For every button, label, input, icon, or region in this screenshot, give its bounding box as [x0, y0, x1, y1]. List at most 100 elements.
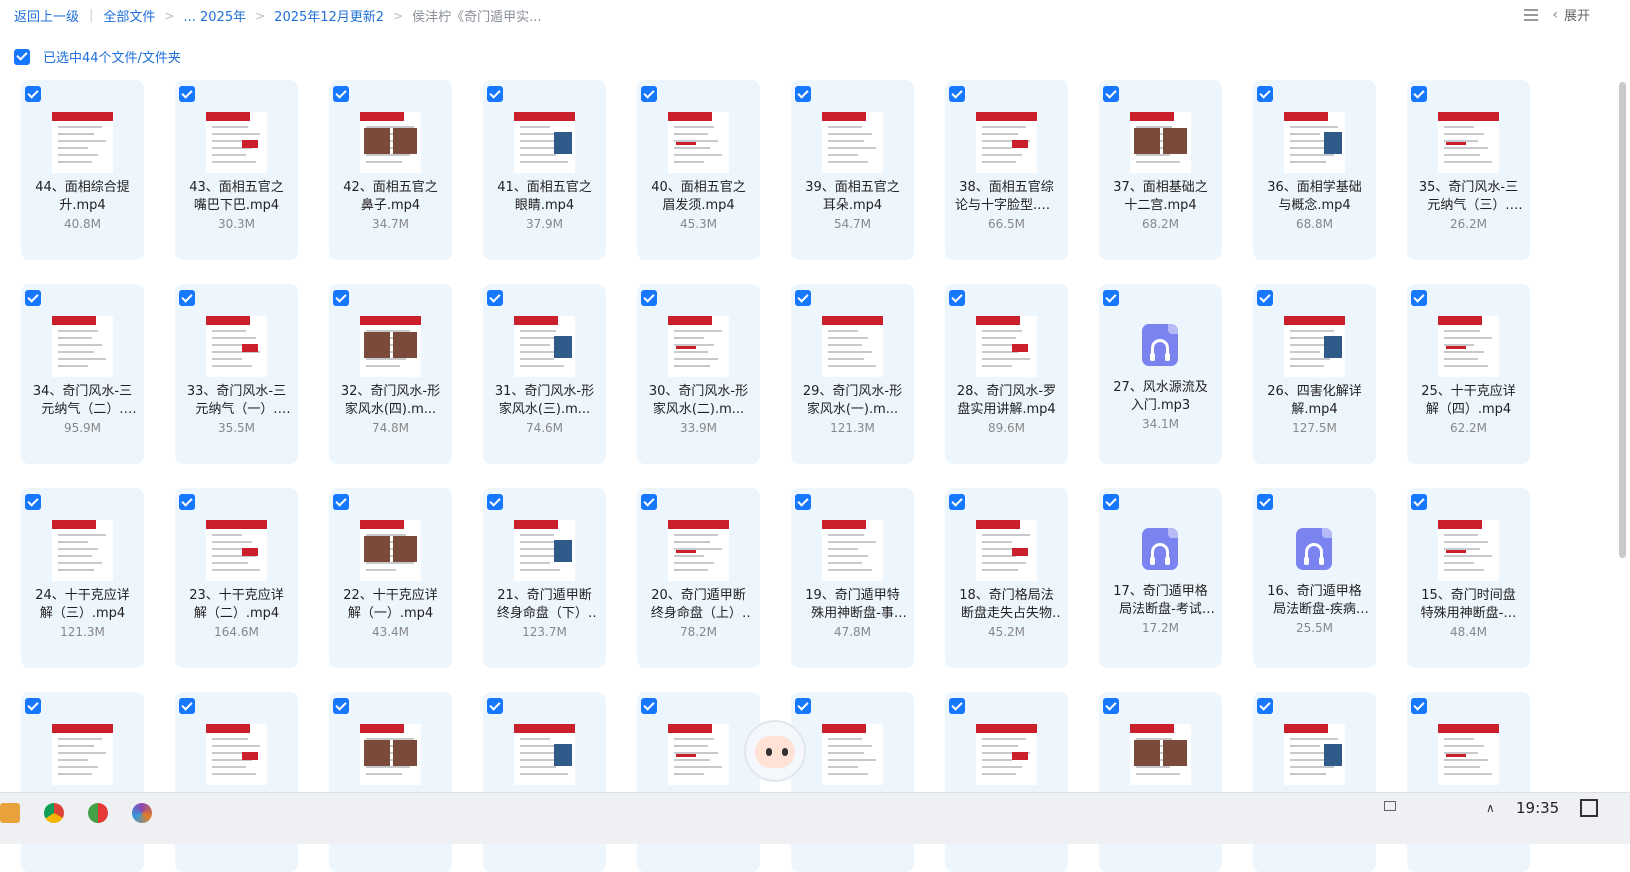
file-card[interactable]: 34、奇门风水-三元纳气（二）.m... 95.9M — [21, 284, 144, 464]
file-checkbox[interactable] — [795, 494, 811, 510]
expand-button[interactable]: 展开 — [1564, 5, 1590, 24]
app-icon[interactable] — [88, 803, 108, 823]
file-card[interactable]: 40、面相五官之眉发须.mp4 45.3M — [637, 80, 760, 260]
file-checkbox[interactable] — [1103, 698, 1119, 714]
file-card[interactable] — [945, 692, 1068, 872]
file-checkbox[interactable] — [949, 86, 965, 102]
file-checkbox[interactable] — [1257, 86, 1273, 102]
file-checkbox[interactable] — [487, 290, 503, 306]
thumbnail-mark — [242, 548, 258, 556]
file-card[interactable] — [175, 692, 298, 872]
file-card[interactable]: 19、奇门遁甲特殊用神断盘-事业.... 47.8M — [791, 488, 914, 668]
file-card[interactable]: 21、奇门遁甲断终身命盘（下）.m... 123.7M — [483, 488, 606, 668]
file-checkbox[interactable] — [795, 698, 811, 714]
file-checkbox[interactable] — [795, 290, 811, 306]
file-card[interactable]: 43、面相五官之嘴巴下巴.mp4 30.3M — [175, 80, 298, 260]
file-checkbox[interactable] — [1411, 290, 1427, 306]
file-checkbox[interactable] — [179, 698, 195, 714]
file-card[interactable]: 35、奇门风水-三元纳气（三）.m... 26.2M — [1407, 80, 1530, 260]
file-card[interactable]: 26、四害化解详解.mp4 127.5M — [1253, 284, 1376, 464]
file-checkbox[interactable] — [1257, 290, 1273, 306]
breadcrumb-dec-update[interactable]: 2025年12月更新2 — [274, 6, 384, 25]
file-checkbox[interactable] — [25, 290, 41, 306]
file-checkbox[interactable] — [1257, 698, 1273, 714]
select-all-checkbox[interactable] — [14, 48, 30, 65]
browser-icon[interactable] — [132, 803, 152, 823]
file-card[interactable] — [1099, 692, 1222, 872]
file-card[interactable]: 28、奇门风水-罗盘实用讲解.mp4 89.6M — [945, 284, 1068, 464]
back-link[interactable]: 返回上一级 — [14, 6, 79, 25]
file-card[interactable]: 20、奇门遁甲断终身命盘（上）.m... 78.2M — [637, 488, 760, 668]
file-card[interactable]: 24、十干克应详解（三）.mp4 121.3M — [21, 488, 144, 668]
list-view-icon[interactable] — [1524, 8, 1539, 21]
file-size: 26.2M — [1449, 217, 1488, 231]
folder-app-icon[interactable] — [0, 803, 20, 823]
file-card[interactable]: 38、面相五官综论与十字脸型.mp4 66.5M — [945, 80, 1068, 260]
file-card[interactable] — [1253, 692, 1376, 872]
file-card[interactable] — [21, 692, 144, 872]
thumbnail-mark — [1163, 128, 1187, 154]
file-checkbox[interactable] — [1103, 494, 1119, 510]
file-checkbox[interactable] — [949, 290, 965, 306]
breadcrumb-all-files[interactable]: 全部文件 — [103, 6, 155, 25]
file-checkbox[interactable] — [333, 698, 349, 714]
file-checkbox[interactable] — [179, 494, 195, 510]
file-card[interactable]: 42、面相五官之鼻子.mp4 34.7M — [329, 80, 452, 260]
file-card[interactable]: 22、十干克应详解（一）.mp4 43.4M — [329, 488, 452, 668]
file-card[interactable]: 33、奇门风水-三元纳气（一）.m... 35.5M — [175, 284, 298, 464]
file-card[interactable]: 29、奇门风水-形家风水(一).m... 121.3M — [791, 284, 914, 464]
file-card[interactable]: 37、面相基础之十二宫.mp4 68.2M — [1099, 80, 1222, 260]
file-checkbox[interactable] — [487, 86, 503, 102]
file-card[interactable]: 36、面相学基础与概念.mp4 68.8M — [1253, 80, 1376, 260]
file-card[interactable]: 23、十干克应详解（二）.mp4 164.6M — [175, 488, 298, 668]
breadcrumb-2025[interactable]: ... 2025年 — [183, 6, 246, 25]
file-checkbox[interactable] — [1257, 494, 1273, 510]
file-card[interactable]: 18、奇门格局法断盘走失占失物占.... 45.2M — [945, 488, 1068, 668]
file-checkbox[interactable] — [1103, 290, 1119, 306]
file-checkbox[interactable] — [333, 494, 349, 510]
file-checkbox[interactable] — [1411, 494, 1427, 510]
file-card[interactable]: 39、面相五官之耳朵.mp4 54.7M — [791, 80, 914, 260]
file-card[interactable]: 32、奇门风水-形家风水(四).m... 74.8M — [329, 284, 452, 464]
file-card[interactable] — [791, 692, 914, 872]
file-checkbox[interactable] — [25, 86, 41, 102]
file-checkbox[interactable] — [1103, 86, 1119, 102]
file-checkbox[interactable] — [1411, 698, 1427, 714]
file-card[interactable]: 44、面相综合提升.mp4 40.8M — [21, 80, 144, 260]
file-card[interactable]: 41、面相五官之眼睛.mp4 37.9M — [483, 80, 606, 260]
chevron-up-icon[interactable]: ∧ — [1486, 801, 1495, 815]
file-checkbox[interactable] — [795, 86, 811, 102]
file-checkbox[interactable] — [25, 494, 41, 510]
file-checkbox[interactable] — [333, 86, 349, 102]
assistant-mascot[interactable] — [744, 720, 806, 782]
notification-icon[interactable] — [1580, 799, 1598, 817]
file-checkbox[interactable] — [25, 698, 41, 714]
file-card[interactable]: 17、奇门遁甲格局法断盘-考试占.... 17.2M — [1099, 488, 1222, 668]
file-card[interactable] — [483, 692, 606, 872]
file-checkbox[interactable] — [487, 494, 503, 510]
file-checkbox[interactable] — [179, 290, 195, 306]
file-checkbox[interactable] — [641, 494, 657, 510]
file-card[interactable]: 25、十干克应详解（四）.mp4 62.2M — [1407, 284, 1530, 464]
file-card[interactable] — [1407, 692, 1530, 872]
file-checkbox[interactable] — [641, 698, 657, 714]
file-checkbox[interactable] — [487, 698, 503, 714]
file-card[interactable]: 27、风水源流及入门.mp3 34.1M — [1099, 284, 1222, 464]
chrome-icon[interactable] — [44, 803, 64, 823]
file-card[interactable] — [637, 692, 760, 872]
chevron-left-icon[interactable]: ‹ — [1552, 7, 1558, 23]
file-card[interactable]: 16、奇门遁甲格局法断盘-疾病占.... 25.5M — [1253, 488, 1376, 668]
file-checkbox[interactable] — [179, 86, 195, 102]
scrollbar[interactable] — [1619, 82, 1626, 558]
file-card[interactable] — [329, 692, 452, 872]
input-method-icon[interactable] — [1384, 801, 1396, 811]
file-card[interactable]: 31、奇门风水-形家风水(三).m... 74.6M — [483, 284, 606, 464]
file-card[interactable]: 15、奇门时间盘特殊用神断盘-婚姻... 48.4M — [1407, 488, 1530, 668]
file-checkbox[interactable] — [949, 494, 965, 510]
file-checkbox[interactable] — [333, 290, 349, 306]
file-card[interactable]: 30、奇门风水-形家风水(二).m... 33.9M — [637, 284, 760, 464]
file-checkbox[interactable] — [641, 86, 657, 102]
file-checkbox[interactable] — [949, 698, 965, 714]
file-checkbox[interactable] — [641, 290, 657, 306]
file-checkbox[interactable] — [1411, 86, 1427, 102]
